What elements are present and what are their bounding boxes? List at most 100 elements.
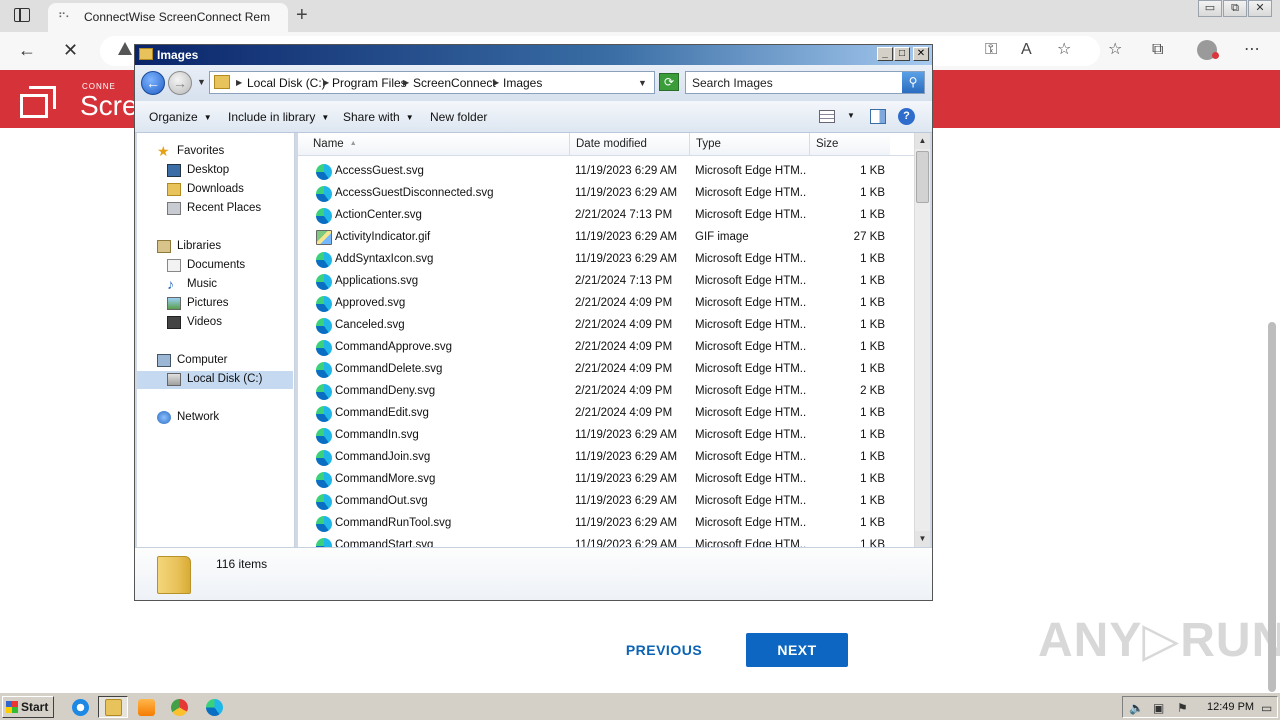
search-box[interactable]: Search Images ⚲ xyxy=(685,71,925,94)
column-header-type[interactable]: Type xyxy=(690,133,810,155)
show-desktop-icon[interactable]: ▭ xyxy=(1261,701,1272,715)
restore-button[interactable]: ⧉ xyxy=(1223,0,1247,17)
help-icon[interactable]: ? xyxy=(898,108,915,125)
action-center-flag-icon[interactable]: ⚑ xyxy=(1177,701,1188,715)
taskbar-chrome[interactable] xyxy=(164,696,194,718)
file-list-scrollbar[interactable]: ▲ ▼ xyxy=(914,133,930,547)
file-row[interactable]: CommandStart.svg 11/19/2023 6:29 AM Micros… xyxy=(298,535,914,547)
breadcrumb-separator-icon[interactable]: ▶ xyxy=(493,78,499,87)
new-folder-button[interactable]: New folder xyxy=(430,110,487,124)
close-button[interactable]: ✕ xyxy=(913,47,929,61)
edge-icon xyxy=(206,699,223,716)
minimize-button[interactable]: _ xyxy=(877,47,893,61)
taskbar-media-player[interactable] xyxy=(131,696,161,718)
back-arrow-icon[interactable]: ← xyxy=(18,40,36,60)
stop-loading-icon[interactable]: ✕ xyxy=(63,40,78,60)
forward-button[interactable]: → xyxy=(168,71,192,95)
column-header-size[interactable]: Size xyxy=(810,133,890,155)
volume-icon[interactable]: 🔈 xyxy=(1129,701,1144,715)
maximize-button[interactable]: □ xyxy=(894,47,910,61)
share-with-menu[interactable]: Share with ▼ xyxy=(343,110,414,124)
page-scrollbar[interactable] xyxy=(1268,322,1276,692)
column-header-name[interactable]: Name ▲ xyxy=(298,133,570,155)
file-row[interactable]: AddSyntaxIcon.svg 11/19/2023 6:29 AM Micro… xyxy=(298,249,914,271)
next-button[interactable]: NEXT xyxy=(746,633,848,667)
taskbar-internet-explorer[interactable] xyxy=(65,696,95,718)
breadcrumb-separator-icon[interactable]: ▶ xyxy=(323,78,329,87)
scroll-thumb[interactable] xyxy=(916,151,929,203)
system-tray: 🔈 ▣ ⚑ 12:49 PM ▭ xyxy=(1122,696,1278,718)
pictures-icon xyxy=(167,297,181,310)
close-button[interactable]: ✕ xyxy=(1248,0,1272,17)
file-row[interactable]: CommandEdit.svg 2/21/2024 4:09 PM Microsof… xyxy=(298,403,914,425)
taskbar-edge[interactable] xyxy=(199,696,229,718)
explorer-title-bar[interactable]: Images _ □ ✕ xyxy=(135,45,932,65)
file-row[interactable]: CommandIn.svg 11/19/2023 6:29 AM Microsoft… xyxy=(298,425,914,447)
read-aloud-icon[interactable]: A xyxy=(1021,41,1032,59)
key-icon[interactable]: ⚿ xyxy=(985,41,997,59)
file-date: 11/19/2023 6:29 AM xyxy=(575,473,678,485)
file-date: 11/19/2023 6:29 AM xyxy=(575,495,678,507)
libraries-icon xyxy=(157,240,171,253)
file-row[interactable]: ActionCenter.svg 2/21/2024 7:13 PM Microso… xyxy=(298,205,914,227)
tab-actions-icon[interactable] xyxy=(14,8,30,22)
breadcrumb-images[interactable]: Images xyxy=(503,76,542,90)
file-size: 1 KB xyxy=(860,275,885,287)
file-row[interactable]: Applications.svg 2/21/2024 7:13 PM Microso… xyxy=(298,271,914,293)
new-tab-button[interactable]: + xyxy=(296,5,308,25)
organize-menu[interactable]: Organize ▼ xyxy=(149,110,212,124)
recent-places-icon xyxy=(167,202,181,215)
browser-tab[interactable]: ⠋⠂ ConnectWise ScreenConnect Rem xyxy=(48,3,288,32)
profile-avatar[interactable] xyxy=(1197,40,1219,60)
file-row[interactable]: CommandJoin.svg 11/19/2023 6:29 AM Microso… xyxy=(298,447,914,469)
file-row[interactable]: AccessGuestDisconnected.svg 11/19/2023 6:… xyxy=(298,183,914,205)
recent-pages-dropdown[interactable]: ▼ xyxy=(197,77,206,87)
minimize-button[interactable]: ▭ xyxy=(1198,0,1222,17)
file-row[interactable]: AccessGuest.svg 11/19/2023 6:29 AM Microso… xyxy=(298,161,914,183)
breadcrumb-separator-icon[interactable]: ▶ xyxy=(236,78,242,87)
clock[interactable]: 12:49 PM xyxy=(1207,701,1254,713)
network-tray-icon[interactable]: ▣ xyxy=(1153,701,1164,715)
file-size: 1 KB xyxy=(860,473,885,485)
scroll-down-icon[interactable]: ▼ xyxy=(915,531,930,547)
browser-tab-strip: ⠋⠂ ConnectWise ScreenConnect Rem + ▭ ⧉ ✕ xyxy=(0,0,1280,32)
scroll-up-icon[interactable]: ▲ xyxy=(915,133,930,149)
preview-pane-icon[interactable] xyxy=(870,109,886,124)
breadcrumb-local-disk[interactable]: Local Disk (C:) xyxy=(247,76,326,90)
taskbar-explorer[interactable] xyxy=(98,696,128,718)
file-row[interactable]: CommandDeny.svg 2/21/2024 4:09 PM Microsof… xyxy=(298,381,914,403)
file-row[interactable]: CommandMore.svg 11/19/2023 6:29 AM Microso… xyxy=(298,469,914,491)
sort-ascending-icon: ▲ xyxy=(349,140,357,147)
change-view-icon[interactable] xyxy=(819,110,835,123)
search-icon[interactable]: ⚲ xyxy=(902,72,924,93)
collections-icon[interactable]: ⧉ xyxy=(1152,41,1163,59)
folder-icon xyxy=(157,556,191,594)
file-row[interactable]: CommandDelete.svg 2/21/2024 4:09 PM Micros… xyxy=(298,359,914,381)
file-row[interactable]: ActivityIndicator.gif 11/19/2023 6:29 AM G… xyxy=(298,227,914,249)
add-favorite-icon[interactable]: ☆ xyxy=(1057,41,1071,59)
file-row[interactable]: Approved.svg 2/21/2024 4:09 PM Microsoft E… xyxy=(298,293,914,315)
column-header-date[interactable]: Date modified xyxy=(570,133,690,155)
back-button[interactable]: ← xyxy=(141,71,165,95)
chevron-down-icon[interactable]: ▼ xyxy=(847,111,855,120)
include-in-library-menu[interactable]: Include in library ▼ xyxy=(228,110,329,124)
start-button[interactable]: Start xyxy=(2,696,54,718)
nav-local-disk[interactable]: Local Disk (C:) xyxy=(137,371,293,389)
file-row[interactable]: CommandOut.svg 11/19/2023 6:29 AM Microsof… xyxy=(298,491,914,513)
previous-button[interactable]: PREVIOUS xyxy=(612,633,716,667)
file-row[interactable]: Canceled.svg 2/21/2024 4:09 PM Microsoft E… xyxy=(298,315,914,337)
not-secure-warning-icon[interactable] xyxy=(118,42,132,55)
media-player-icon xyxy=(138,699,155,716)
breadcrumb[interactable]: ▶ Local Disk (C:) ▶ Program Files ▶ Scre… xyxy=(209,71,655,94)
breadcrumb-program-files[interactable]: Program Files xyxy=(332,76,407,90)
breadcrumb-separator-icon[interactable]: ▶ xyxy=(403,78,409,87)
explorer-window: Images _ □ ✕ ← → ▼ ▶ Local Disk (C:) ▶ P… xyxy=(134,44,933,601)
favorites-icon[interactable]: ☆ xyxy=(1108,41,1122,59)
chevron-down-icon[interactable]: ▼ xyxy=(638,78,647,88)
file-type: Microsoft Edge HTM... xyxy=(695,275,807,287)
refresh-icon[interactable]: ⟳ xyxy=(659,73,679,91)
more-options-icon[interactable]: ⋯ xyxy=(1244,41,1260,59)
breadcrumb-screenconnect[interactable]: ScreenConnect xyxy=(413,76,496,90)
file-row[interactable]: CommandApprove.svg 2/21/2024 4:09 PM Micro… xyxy=(298,337,914,359)
file-row[interactable]: CommandRunTool.svg 11/19/2023 6:29 AM Micr… xyxy=(298,513,914,535)
